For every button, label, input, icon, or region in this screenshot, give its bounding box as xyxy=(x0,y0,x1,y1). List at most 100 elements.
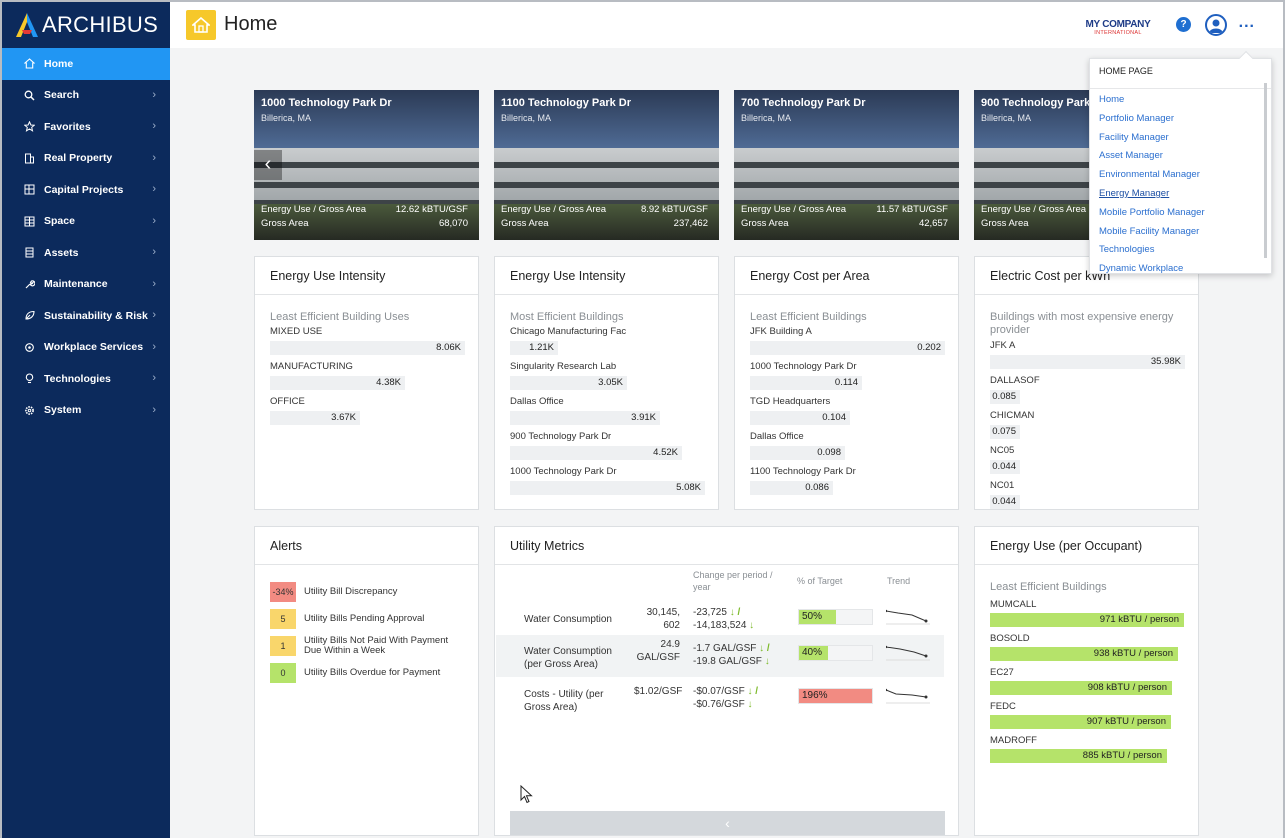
change-year: -$0.76/GSF xyxy=(693,699,745,710)
metric-item-bar[interactable]: 0.044 xyxy=(990,460,1020,474)
panel-title: Energy Use Intensity xyxy=(255,257,478,295)
sidebar-item-space[interactable]: Space › xyxy=(2,206,170,238)
chevron-right-icon: › xyxy=(152,340,156,353)
occupant-bar[interactable]: 907 kBTU / person xyxy=(990,715,1171,729)
sidebar-item-real-property[interactable]: Real Property › xyxy=(2,143,170,175)
metric-item-label: Dallas Office xyxy=(750,431,804,442)
metric-item-bar[interactable]: 0.098 xyxy=(750,446,845,460)
dropdown-item-facility-manager[interactable]: Facility Manager xyxy=(1090,129,1271,148)
metric-item-label: 900 Technology Park Dr xyxy=(510,431,612,442)
dropdown-item-environmental-manager[interactable]: Environmental Manager xyxy=(1090,166,1271,185)
metric-label: Energy Use / Gross Area xyxy=(981,204,1087,215)
metric-item-bar[interactable]: 0.044 xyxy=(990,495,1020,509)
metric-item-bar[interactable]: 3.91K xyxy=(510,411,660,425)
dropdown-item-portfolio-manager[interactable]: Portfolio Manager xyxy=(1090,110,1271,129)
building-city: Billerica, MA xyxy=(501,113,552,123)
metric-item-bar[interactable]: 0.086 xyxy=(750,481,833,495)
sidebar-item-search[interactable]: Search › xyxy=(2,80,170,112)
building-city: Billerica, MA xyxy=(261,113,312,123)
home-badge-icon[interactable] xyxy=(186,10,216,40)
metric-item-bar[interactable]: 8.06K xyxy=(270,341,465,355)
dropdown-item-mobile-facility-manager[interactable]: Mobile Facility Manager xyxy=(1090,223,1271,242)
utility-row[interactable]: Water Consumption (per Gross Area) 24.9 G… xyxy=(496,635,944,677)
building-name: 700 Technology Park Dr xyxy=(741,97,866,109)
sidebar-item-label: Home xyxy=(44,57,74,70)
utility-row[interactable]: Costs - Utility (per Gross Area) $1.02/GS… xyxy=(496,678,944,720)
occupant-bar[interactable]: 938 kBTU / person xyxy=(990,647,1178,661)
metric-item-bar[interactable]: 0.104 xyxy=(750,411,850,425)
sidebar-item-home[interactable]: Home xyxy=(2,48,170,80)
building-name: 1100 Technology Park Dr xyxy=(501,97,632,109)
arrow-down-icon: ↓ xyxy=(744,699,753,710)
home-icon xyxy=(23,58,35,70)
metric-item-bar[interactable]: 4.52K xyxy=(510,446,682,460)
metric-item-bar[interactable]: 35.98K xyxy=(990,355,1185,369)
dropdown-scrollbar[interactable] xyxy=(1264,83,1267,258)
utility-row-value: 30,145, 602 xyxy=(646,607,680,631)
sidebar: ARCHIBUS Home Search › Favorites › Real Prope… xyxy=(2,2,170,838)
dropdown-item-energy-manager[interactable]: Energy Manager xyxy=(1090,185,1271,204)
dropdown-item-home[interactable]: Home xyxy=(1090,91,1271,110)
sidebar-item-capital-projects[interactable]: Capital Projects › xyxy=(2,174,170,206)
metric-value: 8.92 kBTU/GSF xyxy=(640,204,708,215)
metric-item-bar[interactable]: 3.05K xyxy=(510,376,627,390)
alert-item[interactable]: 5 Utility Bills Pending Approval xyxy=(270,609,478,629)
metric-item-bar[interactable]: 0.085 xyxy=(990,390,1020,404)
chevron-right-icon: › xyxy=(152,151,156,164)
user-profile-button[interactable] xyxy=(1205,14,1227,36)
panel-subtitle: Buildings with most expensive energy pro… xyxy=(990,311,1174,336)
occupant-bar[interactable]: 885 kBTU / person xyxy=(990,749,1167,763)
alert-item[interactable]: 0 Utility Bills Overdue for Payment xyxy=(270,663,478,683)
alert-badge: 1 xyxy=(270,636,296,656)
metric-item-bar[interactable]: 0.202 xyxy=(750,341,945,355)
brand-logo[interactable]: ARCHIBUS xyxy=(2,2,170,48)
archibus-logo-icon xyxy=(16,13,38,37)
occupant-bar[interactable]: 971 kBTU / person xyxy=(990,613,1184,627)
metric-item-bar[interactable]: 3.67K xyxy=(270,411,360,425)
panel-title: Utility Metrics xyxy=(495,527,958,565)
sidebar-item-label: Favorites xyxy=(44,120,91,133)
dropdown-item-mobile-portfolio-manager[interactable]: Mobile Portfolio Manager xyxy=(1090,204,1271,223)
wrench-icon xyxy=(23,278,35,290)
dropdown-item-dynamic-workplace[interactable]: Dynamic Workplace xyxy=(1090,260,1271,279)
occupant-bar[interactable]: 908 kBTU / person xyxy=(990,681,1172,695)
building-card[interactable]: 700 Technology Park Dr Billerica, MA Energ… xyxy=(734,90,959,240)
sidebar-item-technologies[interactable]: Technologies › xyxy=(2,363,170,395)
occupant-building-label: FEDC xyxy=(990,701,1016,712)
building-card[interactable]: 1100 Technology Park Dr Billerica, MA Ener… xyxy=(494,90,719,240)
metric-item-bar[interactable]: 4.38K xyxy=(270,376,405,390)
sidebar-item-assets[interactable]: Assets › xyxy=(2,237,170,269)
sidebar-item-sustainability-risk[interactable]: Sustainability & Risk › xyxy=(2,300,170,332)
change-period: -$0.07/GSF xyxy=(693,686,745,697)
metric-item-bar[interactable]: 0.075 xyxy=(990,425,1020,439)
carousel-prev-button[interactable]: ‹ xyxy=(254,150,282,180)
metric-item-bar[interactable]: 5.08K xyxy=(510,481,705,495)
metric-item-label: MANUFACTURING xyxy=(270,361,353,372)
chevron-right-icon: › xyxy=(152,277,156,290)
utility-row-name: Water Consumption xyxy=(524,614,612,625)
metric-item-label: JFK Building A xyxy=(750,326,812,337)
alert-item[interactable]: 1 Utility Bills Not Paid With Payment Due… xyxy=(270,636,478,656)
help-button[interactable]: ? xyxy=(1176,17,1191,32)
metric-item-bar[interactable]: 0.114 xyxy=(750,376,862,390)
sidebar-item-system[interactable]: System › xyxy=(2,395,170,427)
more-menu-button[interactable]: ... xyxy=(1239,14,1255,32)
sidebar-item-maintenance[interactable]: Maintenance › xyxy=(2,269,170,301)
building-window-band xyxy=(254,162,479,168)
panel-cost-area: Energy Cost per Area Least Efficient Bui… xyxy=(734,256,959,510)
company-subtitle: INTERNATIONAL xyxy=(1094,30,1142,36)
alert-badge: 0 xyxy=(270,663,296,683)
building-name: 1000 Technology Park Dr xyxy=(261,97,392,109)
metric-item-label: 1100 Technology Park Dr xyxy=(750,466,856,477)
dropdown-item-technologies[interactable]: Technologies xyxy=(1090,241,1271,260)
scroll-left-button[interactable]: ‹ xyxy=(510,811,945,835)
utility-row-name: Water Consumption (per Gross Area) xyxy=(524,646,612,670)
dropdown-item-asset-manager[interactable]: Asset Manager xyxy=(1090,147,1271,166)
metric-item-bar[interactable]: 1.21K xyxy=(510,341,558,355)
alert-text: Utility Bill Discrepancy xyxy=(304,586,398,597)
sidebar-item-workplace-services[interactable]: Workplace Services › xyxy=(2,332,170,364)
sidebar-item-favorites[interactable]: Favorites › xyxy=(2,111,170,143)
alert-text: Utility Bills Overdue for Payment xyxy=(304,667,441,678)
alert-item[interactable]: -34% Utility Bill Discrepancy xyxy=(270,582,478,602)
building-card[interactable]: 1000 Technology Park Dr Billerica, MA Ener… xyxy=(254,90,479,240)
